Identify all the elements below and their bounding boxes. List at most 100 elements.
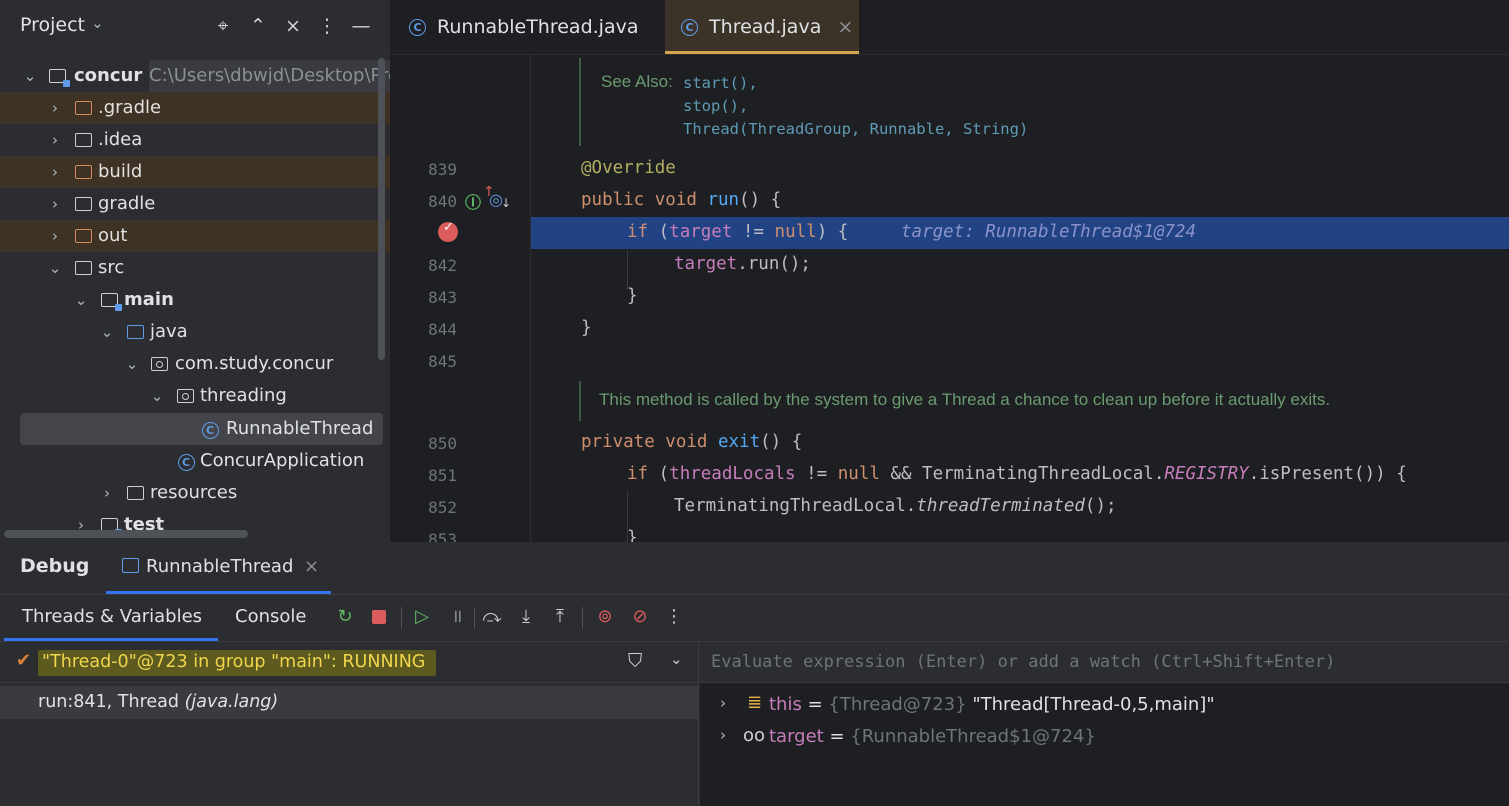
tab-runnablethread-java[interactable]: C RunnableThread.java xyxy=(409,0,649,54)
tree-item-gradle-dir[interactable]: › .gradle xyxy=(0,92,390,124)
filter-icon[interactable]: ⛉ xyxy=(628,650,642,672)
tree-item-build[interactable]: › build xyxy=(0,156,390,188)
excluded-folder-icon xyxy=(72,156,94,188)
rerun-icon[interactable]: ↻ xyxy=(332,604,358,630)
debug-toolbar: Threads & Variables Console ↻ ▷ ॥ ⤼ ⤓ ⤒ … xyxy=(0,594,1509,642)
line-number: 852 xyxy=(428,498,457,517)
variable-target: target = {RunnableThread$1@724} xyxy=(769,726,1096,747)
chevron-right-icon[interactable]: › xyxy=(720,726,726,744)
view-breakpoints-icon[interactable]: ⊚ xyxy=(592,604,618,630)
variable-row-target[interactable]: › oo target = {RunnableThread$1@724} xyxy=(700,722,1509,752)
editor-tab-bar: C RunnableThread.java C Thread.java × xyxy=(391,0,1509,55)
tree-item-concur[interactable]: ⌄ concur C:\Users\dbwjd\Desktop\Projects… xyxy=(0,60,390,92)
tree-item-package-threading[interactable]: ⌄ threading xyxy=(0,380,390,412)
project-header: Project ⌄ ⌖ ⌃ ⨯ ⋮ — xyxy=(0,0,390,54)
tree-item-src[interactable]: ⌄ src xyxy=(0,252,390,284)
code-line-841: if (target != null) { xyxy=(627,222,849,242)
tree-item-resources[interactable]: › resources xyxy=(0,477,390,509)
tab-console[interactable]: Console xyxy=(235,606,306,627)
tree-item-concurapplication[interactable]: C ConcurApplication xyxy=(0,445,390,477)
chevron-down-icon[interactable]: ⌄ xyxy=(124,348,140,380)
chevron-down-icon[interactable]: ⌄ xyxy=(149,380,165,412)
arrow-down-icon: ↓ xyxy=(501,196,512,210)
tab-thread-java[interactable]: C Thread.java × xyxy=(665,0,859,54)
code-line-839: @Override xyxy=(581,158,676,178)
doc-link-thread-ctor[interactable]: Thread(ThreadGroup, Runnable, String) xyxy=(683,120,1028,138)
minimize-icon[interactable]: — xyxy=(350,13,372,39)
tree-item-runnablethread[interactable]: C RunnableThread xyxy=(20,413,383,445)
close-icon[interactable]: × xyxy=(304,556,319,577)
chevron-right-icon[interactable]: › xyxy=(99,477,115,509)
chevron-right-icon[interactable]: › xyxy=(47,92,63,124)
collapse-all-icon[interactable]: ⨯ xyxy=(282,13,304,39)
step-into-icon[interactable]: ⤓ xyxy=(513,604,539,630)
stack-frame-row[interactable]: run:841, Thread (java.lang) xyxy=(0,686,698,719)
tree-item-package-concur[interactable]: ⌄ com.study.concur xyxy=(0,348,390,380)
chevron-right-icon[interactable]: › xyxy=(720,694,726,712)
doc-link-start[interactable]: start(), xyxy=(683,74,758,92)
toolbar-separator xyxy=(582,607,583,629)
tab-label: Threads & Variables xyxy=(22,606,203,627)
evaluate-expression-input[interactable]: Evaluate expression (Enter) or add a wat… xyxy=(700,642,1509,683)
line-number: 850 xyxy=(428,434,457,453)
tree-item-label: RunnableThread xyxy=(226,418,374,439)
chevron-down-icon[interactable]: ⌄ xyxy=(73,284,89,316)
chevron-right-icon[interactable]: › xyxy=(47,156,63,188)
breakpoint-icon[interactable] xyxy=(438,220,458,242)
step-over-icon[interactable]: ⤼ xyxy=(479,604,505,630)
tree-item-label: com.study.concur xyxy=(175,353,334,374)
thread-label: "Thread-0"@723 in group "main": RUNNING xyxy=(42,652,426,672)
chevron-down-icon[interactable]: ⌄ xyxy=(670,650,683,668)
chevron-right-icon[interactable]: › xyxy=(47,188,63,220)
package-icon xyxy=(174,380,196,412)
vertical-scrollbar[interactable] xyxy=(378,58,385,360)
close-icon[interactable]: × xyxy=(837,16,853,38)
module-folder-icon xyxy=(46,60,70,92)
gutter-divider xyxy=(530,54,531,542)
session-label: RunnableThread xyxy=(146,556,294,577)
mute-breakpoints-icon[interactable]: ⊘ xyxy=(627,604,653,630)
tree-item-main[interactable]: ⌄ main xyxy=(0,284,390,316)
excluded-folder-icon xyxy=(72,220,94,252)
doc-link-stop[interactable]: stop(), xyxy=(683,97,748,115)
tab-debug-session[interactable]: RunnableThread × xyxy=(106,542,331,594)
project-title-dropdown[interactable]: Project ⌄ xyxy=(20,14,104,36)
more-icon[interactable]: ⋮ xyxy=(661,604,687,630)
variables-panel: Evaluate expression (Enter) or add a wat… xyxy=(700,642,1509,806)
tree-item-out[interactable]: › out xyxy=(0,220,390,252)
expand-all-icon[interactable]: ⌃ xyxy=(247,13,269,39)
crosshair-icon[interactable]: ⌖ xyxy=(212,13,234,39)
implements-method-icon[interactable]: Ⓘ xyxy=(465,189,485,212)
chevron-right-icon[interactable]: › xyxy=(47,220,63,252)
tree-item-label: build xyxy=(98,161,143,182)
code-line-852: TerminatingThreadLocal.threadTerminated(… xyxy=(674,496,1117,516)
source-folder-icon xyxy=(124,316,146,348)
field-stack-icon: ≣ xyxy=(747,692,763,713)
chevron-down-icon[interactable]: ⌄ xyxy=(47,252,63,284)
variable-row-this[interactable]: › ≣ this = {Thread@723} "Thread[Thread-0… xyxy=(700,690,1509,720)
folder-icon xyxy=(72,252,94,284)
thread-selector[interactable]: ✔ "Thread-0"@723 in group "main": RUNNIN… xyxy=(0,642,698,683)
step-out-icon[interactable]: ⤒ xyxy=(547,604,573,630)
inline-debug-value[interactable]: target: RunnableThread$1@724 xyxy=(901,222,1196,242)
spring-boot-class-icon: C xyxy=(175,445,197,477)
more-icon[interactable]: ⋮ xyxy=(316,13,338,39)
tree-item-gradle[interactable]: › gradle xyxy=(0,188,390,220)
chevron-right-icon[interactable]: › xyxy=(47,124,63,156)
debug-header: Debug RunnableThread × xyxy=(0,542,1509,594)
chevron-down-icon[interactable]: ⌄ xyxy=(99,316,115,348)
tab-threads-variables[interactable]: Threads & Variables xyxy=(4,595,218,641)
stop-icon[interactable] xyxy=(366,604,392,630)
indent-guide xyxy=(627,250,628,290)
tree-item-label: src xyxy=(98,257,125,278)
resume-icon[interactable]: ▷ xyxy=(409,604,435,630)
class-icon: C xyxy=(199,413,221,445)
tree-item-label: main xyxy=(124,289,174,310)
tree-item-java[interactable]: ⌄ java xyxy=(0,316,390,348)
tree-item-label: resources xyxy=(150,482,238,503)
pause-icon[interactable]: ॥ xyxy=(444,604,470,630)
tree-item-idea[interactable]: › .idea xyxy=(0,124,390,156)
horizontal-scrollbar[interactable] xyxy=(4,530,248,538)
chevron-down-icon[interactable]: ⌄ xyxy=(22,60,38,92)
tab-label: Thread.java xyxy=(709,16,822,38)
